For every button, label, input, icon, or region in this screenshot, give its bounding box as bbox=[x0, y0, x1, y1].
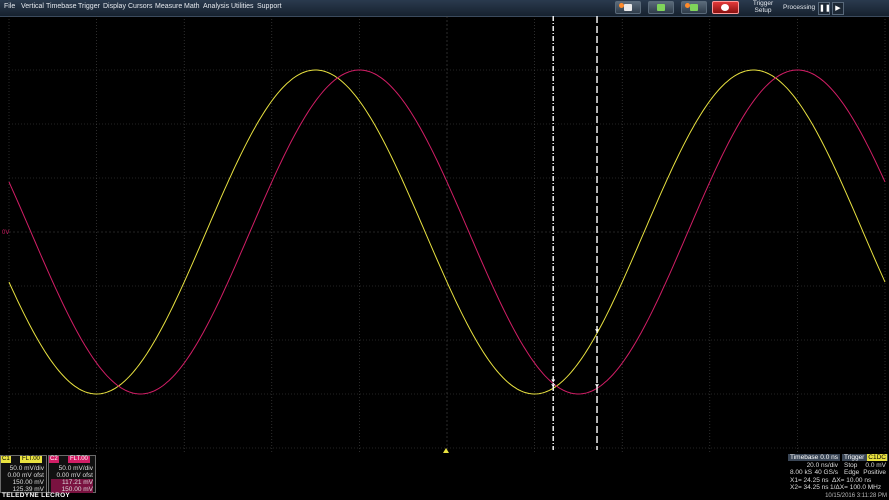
c2-vdiv: 50.0 mV/div bbox=[58, 465, 93, 472]
menu-cursors[interactable]: Cursors bbox=[128, 3, 153, 10]
menu-display[interactable]: Display bbox=[103, 3, 126, 10]
channel-c1-box[interactable]: C1 FLT.00 50.0 mV/div 0.00 mV ofst 150.0… bbox=[0, 455, 47, 493]
waveform-display[interactable]: 0V bbox=[0, 16, 889, 453]
auto-setup-button[interactable] bbox=[615, 1, 641, 14]
play-button[interactable]: ▶ bbox=[832, 2, 844, 15]
menu-utilities[interactable]: Utilities bbox=[231, 3, 254, 10]
trigger-mode-button[interactable] bbox=[648, 1, 674, 14]
c1-name: FLT.00 bbox=[20, 456, 42, 463]
cursor-x1-readout: X1= 24.25 ns bbox=[790, 477, 829, 484]
trigger-source: C1DC bbox=[867, 454, 887, 461]
menu-math[interactable]: Math bbox=[184, 3, 200, 10]
stop-button[interactable] bbox=[712, 1, 739, 14]
cursor-frequency-readout: 1/ΔX= 100.0 MHz bbox=[830, 484, 882, 491]
cursor-markers bbox=[551, 329, 600, 388]
run-icon bbox=[690, 4, 698, 11]
c1-tag: C1 bbox=[1, 456, 11, 463]
channel-c2-box[interactable]: C2 FLT.00 50.0 mV/div 0.00 mV ofst 117.2… bbox=[48, 455, 96, 493]
c2-tag: C2 bbox=[49, 456, 59, 463]
zero-level-marker[interactable]: 0V bbox=[2, 230, 9, 236]
run-button[interactable] bbox=[681, 1, 707, 14]
pause-button[interactable]: ❚❚ bbox=[818, 2, 831, 15]
timebase-rate: 40 GS/s bbox=[814, 469, 838, 476]
stop-icon bbox=[721, 4, 729, 11]
trigger-type: Edge bbox=[844, 469, 860, 476]
c1-offset: 0.00 mV ofst bbox=[7, 472, 45, 479]
menu-vertical[interactable]: Vertical bbox=[21, 3, 44, 10]
trigger-mode-icon bbox=[657, 4, 665, 11]
trigger-label: Trigger bbox=[844, 454, 865, 461]
graticule bbox=[8, 16, 886, 453]
menu-measure[interactable]: Measure bbox=[155, 3, 182, 10]
trigger-setup-line1: Trigger bbox=[752, 0, 774, 7]
timebase-delay: 0.0 ns bbox=[820, 454, 838, 461]
c1-v1: 150.00 mV bbox=[12, 479, 44, 486]
timebase-samples: 8.00 kS bbox=[790, 469, 813, 476]
trigger-mode: Stop bbox=[844, 462, 858, 469]
auto-setup-icon bbox=[624, 4, 632, 11]
menu-support[interactable]: Support bbox=[257, 3, 282, 10]
menu-timebase[interactable]: Timebase bbox=[46, 3, 76, 10]
trigger-setup-line2: Setup bbox=[754, 7, 772, 14]
cursor-delta-readout: ΔX= 10.00 ns bbox=[832, 477, 872, 484]
info-panel: C1 FLT.00 50.0 mV/div 0.00 mV ofst 150.0… bbox=[0, 453, 889, 500]
processing-label: Processing bbox=[783, 4, 816, 11]
timebase-label-row: Timebase 0.0 ns bbox=[788, 454, 840, 461]
menu-analysis[interactable]: Analysis bbox=[203, 3, 229, 10]
trigger-setup-button[interactable]: Trigger Setup bbox=[748, 0, 778, 14]
c2-v1: 117.21 mV bbox=[51, 479, 93, 486]
timestamp: 10/15/2016 3:11:28 PM bbox=[825, 493, 887, 499]
menu-file[interactable]: File bbox=[4, 3, 15, 10]
brand-logo: TELEDYNE LECROY bbox=[2, 492, 71, 499]
timebase-tdiv: 20.0 ns/div bbox=[806, 462, 838, 469]
menu-bar: File Vertical Timebase Trigger Display C… bbox=[0, 0, 889, 17]
c2-offset: 0.00 mV ofst bbox=[56, 472, 94, 479]
c1-vdiv: 50.0 mV/div bbox=[9, 465, 44, 472]
trigger-label-row: Trigger C1DC bbox=[842, 454, 888, 461]
menu-trigger[interactable]: Trigger bbox=[78, 3, 100, 10]
trigger-slope: Positive bbox=[863, 469, 886, 476]
timebase-label: Timebase bbox=[790, 454, 819, 461]
cursor-x2-readout: X2= 34.25 ns bbox=[790, 484, 829, 491]
trigger-level: 0.0 mV bbox=[865, 462, 886, 469]
c2-name: FLT.00 bbox=[68, 456, 90, 463]
